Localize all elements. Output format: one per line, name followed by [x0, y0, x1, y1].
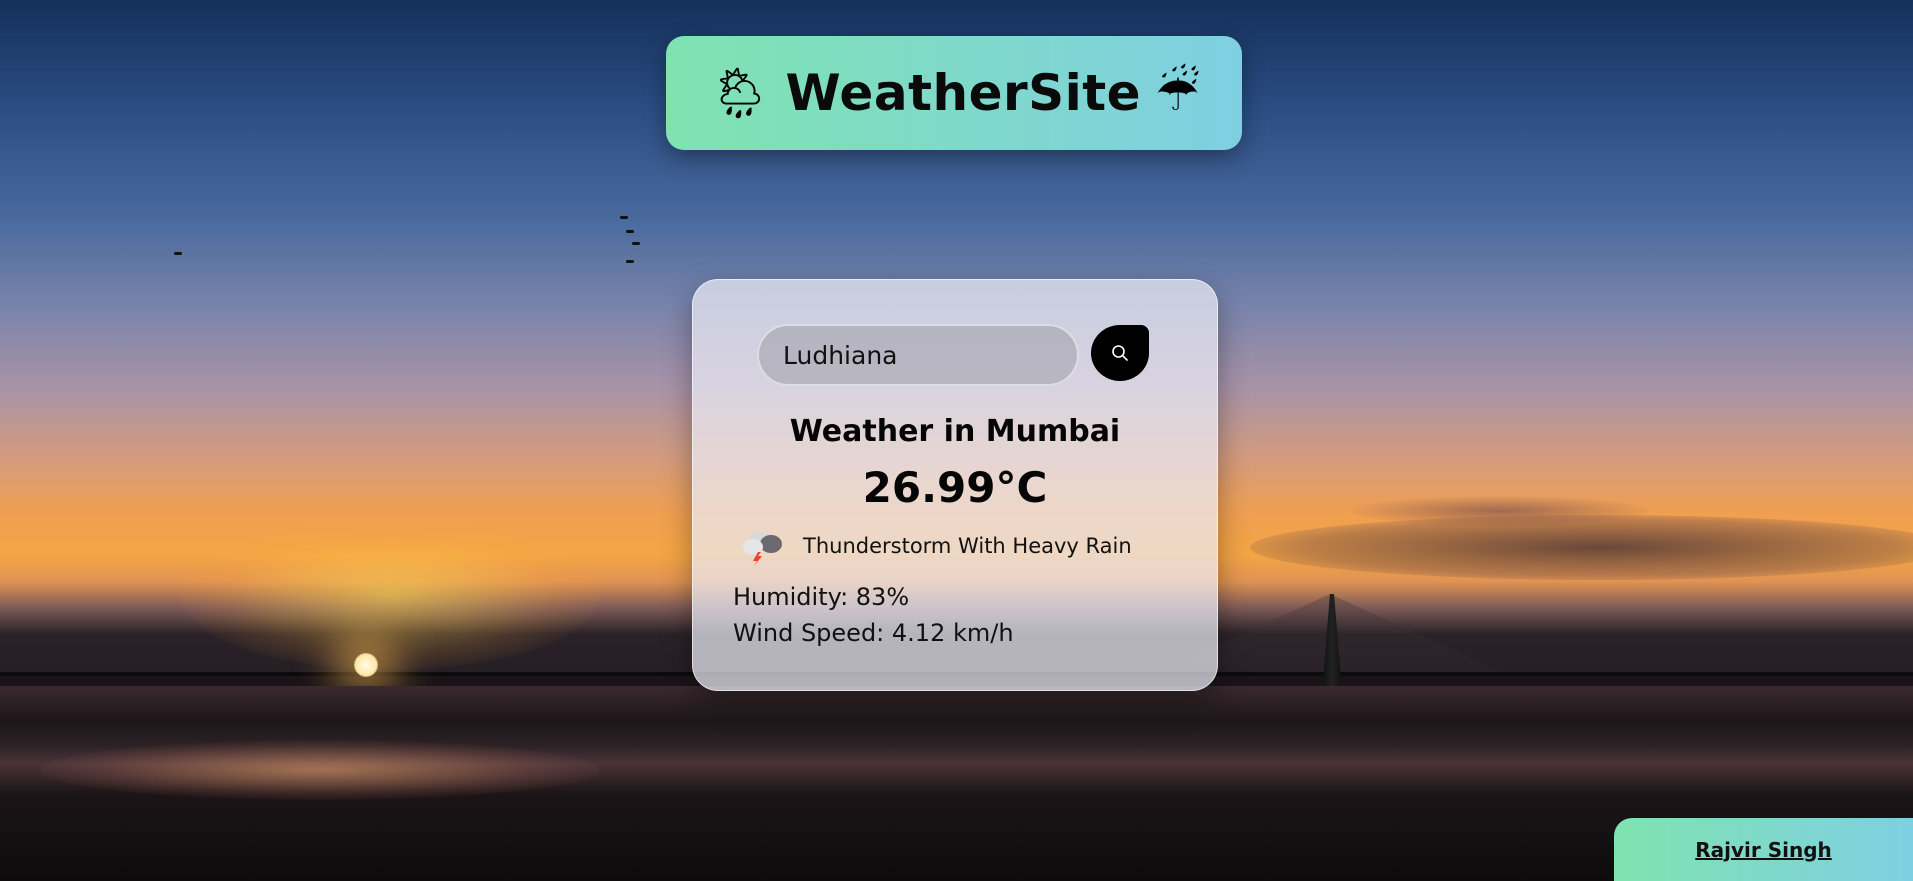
condition-text: Thunderstorm With Heavy Rain	[803, 534, 1132, 558]
site-title: WeatherSite	[785, 64, 1142, 122]
temperature-value: 26.99°C	[862, 463, 1048, 512]
wind-speed-text: Wind Speed: 4.12 km/h	[733, 619, 1014, 647]
cloud-band-upper	[1350, 496, 1650, 526]
bird	[174, 252, 182, 255]
humidity-text: Humidity: 83%	[733, 583, 910, 611]
bird	[626, 260, 634, 263]
thunderstorm-cloud-icon	[743, 532, 782, 566]
city-search-input[interactable]	[757, 324, 1079, 386]
bird	[632, 242, 640, 245]
condition-row: Thunderstorm With Heavy Rain	[739, 526, 1132, 566]
search-button[interactable]	[1091, 325, 1149, 381]
cloud-band	[1250, 515, 1913, 580]
bird	[626, 230, 634, 233]
footer-credit: Rajvir Singh	[1614, 818, 1913, 881]
weather-card: Weather in Mumbai 26.99°C Thunderstorm W…	[692, 279, 1218, 691]
sun-behind-rain-cloud-icon: 🌦	[708, 64, 772, 122]
sun-glow	[180, 520, 600, 670]
author-link[interactable]: Rajvir Singh	[1695, 838, 1832, 862]
bird	[620, 216, 628, 219]
umbrella-with-rain-icon: ☔	[1155, 64, 1200, 122]
weather-location-title: Weather in Mumbai	[789, 414, 1121, 449]
setting-sun	[354, 653, 378, 677]
search-icon	[1112, 345, 1128, 361]
water-reflection	[40, 740, 600, 800]
site-header: 🌦 WeatherSite ☔	[666, 36, 1242, 150]
